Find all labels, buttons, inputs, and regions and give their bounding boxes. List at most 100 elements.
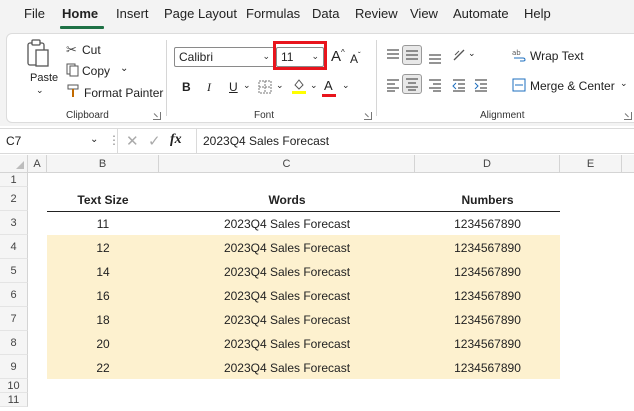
- wrap-text-label[interactable]: Wrap Text: [530, 49, 584, 63]
- align-center-icon[interactable]: [402, 74, 422, 94]
- align-left-icon[interactable]: [386, 78, 400, 92]
- fill-color-dropdown-icon[interactable]: ⌄: [310, 80, 318, 91]
- format-painter-label[interactable]: Format Painter: [84, 86, 163, 100]
- merge-dropdown-icon[interactable]: ⌄: [620, 78, 628, 89]
- table-cell[interactable]: 11: [47, 217, 159, 231]
- table-cell[interactable]: 14: [47, 265, 159, 279]
- table-cell[interactable]: 16: [47, 289, 159, 303]
- menu-review[interactable]: Review: [355, 6, 398, 21]
- table-cell[interactable]: 1234567890: [415, 289, 560, 303]
- column-header-b[interactable]: B: [47, 155, 159, 173]
- row-header-7[interactable]: 7: [0, 307, 28, 331]
- font-name-dropdown[interactable]: Calibri ⌄: [174, 47, 275, 67]
- column-header-a[interactable]: A: [28, 155, 47, 173]
- row-header-1[interactable]: 1: [0, 173, 28, 187]
- decrease-indent-icon[interactable]: [452, 78, 466, 92]
- cut-label[interactable]: Cut: [82, 43, 101, 57]
- row-header-9[interactable]: 9: [0, 355, 28, 379]
- format-painter-icon[interactable]: [66, 84, 80, 98]
- formula-input[interactable]: 2023Q4 Sales Forecast: [196, 129, 634, 153]
- menu-home[interactable]: Home: [62, 6, 98, 21]
- header-underline: [47, 211, 560, 212]
- orientation-icon[interactable]: [452, 48, 466, 62]
- name-box[interactable]: C7 ⌄ ⋮: [0, 129, 120, 153]
- row-header-3[interactable]: 3: [0, 211, 28, 235]
- bold-button[interactable]: B: [182, 80, 191, 94]
- enter-icon[interactable]: ✓: [148, 132, 161, 150]
- table-header-words[interactable]: Words: [159, 193, 415, 207]
- table-header-numbers[interactable]: Numbers: [415, 193, 560, 207]
- table-cell[interactable]: 1234567890: [415, 313, 560, 327]
- copy-label[interactable]: Copy: [82, 64, 110, 78]
- menu-formulas[interactable]: Formulas: [246, 6, 300, 21]
- row-header-4[interactable]: 4: [0, 235, 28, 259]
- row-header-2[interactable]: 2: [0, 187, 28, 211]
- column-header-c[interactable]: C: [159, 155, 415, 173]
- clipboard-launcher-icon[interactable]: [153, 112, 161, 120]
- orientation-dropdown-icon[interactable]: ⌄: [468, 48, 476, 59]
- increase-font-size-button[interactable]: A^: [331, 48, 345, 65]
- table-cell[interactable]: 1234567890: [415, 337, 560, 351]
- table-cell[interactable]: 2023Q4 Sales Forecast: [159, 361, 415, 375]
- chevron-down-icon[interactable]: ⌄: [90, 134, 98, 145]
- underline-dropdown-icon[interactable]: ⌄: [243, 80, 251, 91]
- menu-data[interactable]: Data: [312, 6, 339, 21]
- decrease-font-size-button[interactable]: Aˇ: [350, 51, 361, 66]
- fill-color-icon[interactable]: [292, 78, 306, 94]
- table-cell[interactable]: 1234567890: [415, 241, 560, 255]
- table-cell[interactable]: 2023Q4 Sales Forecast: [159, 289, 415, 303]
- copy-icon[interactable]: [66, 63, 80, 77]
- font-color-dropdown-icon[interactable]: ⌄: [342, 80, 350, 91]
- column-header-f[interactable]: [622, 155, 634, 173]
- row-header-5[interactable]: 5: [0, 259, 28, 283]
- alignment-launcher-icon[interactable]: [624, 112, 632, 120]
- table-cell[interactable]: 1234567890: [415, 217, 560, 231]
- paste-label[interactable]: Paste: [30, 72, 58, 84]
- row-header-10[interactable]: 10: [0, 379, 28, 393]
- table-cell[interactable]: 12: [47, 241, 159, 255]
- cut-icon[interactable]: ✂: [66, 42, 77, 58]
- underline-button[interactable]: U: [229, 80, 238, 94]
- align-middle-icon[interactable]: [402, 45, 422, 65]
- table-cell[interactable]: 18: [47, 313, 159, 327]
- italic-button[interactable]: I: [207, 80, 211, 95]
- merge-center-label[interactable]: Merge & Center: [530, 79, 615, 93]
- table-cell[interactable]: 1234567890: [415, 265, 560, 279]
- menu-file[interactable]: File: [24, 6, 45, 21]
- copy-dropdown-icon[interactable]: ⌄: [120, 63, 128, 74]
- table-cell[interactable]: 2023Q4 Sales Forecast: [159, 241, 415, 255]
- row-header-11[interactable]: 11: [0, 393, 28, 407]
- table-cell[interactable]: 22: [47, 361, 159, 375]
- row-header-8[interactable]: 8: [0, 331, 28, 355]
- select-all-corner[interactable]: [0, 155, 28, 173]
- menu-help[interactable]: Help: [524, 6, 551, 21]
- paste-dropdown-icon[interactable]: ⌄: [36, 85, 44, 96]
- table-cell-selected[interactable]: 2023Q4 Sales Forecast: [159, 313, 415, 327]
- menu-view[interactable]: View: [410, 6, 438, 21]
- table-cell[interactable]: 2023Q4 Sales Forecast: [159, 265, 415, 279]
- cancel-icon[interactable]: ✕: [126, 132, 139, 150]
- font-color-button[interactable]: A: [324, 78, 333, 93]
- menu-automate[interactable]: Automate: [453, 6, 509, 21]
- menu-insert[interactable]: Insert: [116, 6, 149, 21]
- paste-icon[interactable]: [26, 38, 50, 68]
- font-launcher-icon[interactable]: [364, 112, 372, 120]
- menu-page-layout[interactable]: Page Layout: [164, 6, 237, 21]
- table-header-text-size[interactable]: Text Size: [47, 193, 159, 207]
- align-top-icon[interactable]: [386, 48, 400, 62]
- insert-function-button[interactable]: fx: [170, 132, 182, 148]
- wrap-text-icon[interactable]: ab: [512, 48, 526, 62]
- row-header-6[interactable]: 6: [0, 283, 28, 307]
- table-cell[interactable]: 2023Q4 Sales Forecast: [159, 337, 415, 351]
- merge-center-icon[interactable]: [512, 78, 526, 92]
- borders-dropdown-icon[interactable]: ⌄: [276, 80, 284, 91]
- borders-icon[interactable]: [258, 80, 272, 94]
- increase-indent-icon[interactable]: [474, 78, 488, 92]
- align-right-icon[interactable]: [428, 78, 442, 92]
- table-cell[interactable]: 2023Q4 Sales Forecast: [159, 217, 415, 231]
- align-bottom-icon[interactable]: [428, 50, 442, 64]
- column-header-e[interactable]: E: [560, 155, 622, 173]
- table-cell[interactable]: 1234567890: [415, 361, 560, 375]
- column-header-d[interactable]: D: [415, 155, 560, 173]
- table-cell[interactable]: 20: [47, 337, 159, 351]
